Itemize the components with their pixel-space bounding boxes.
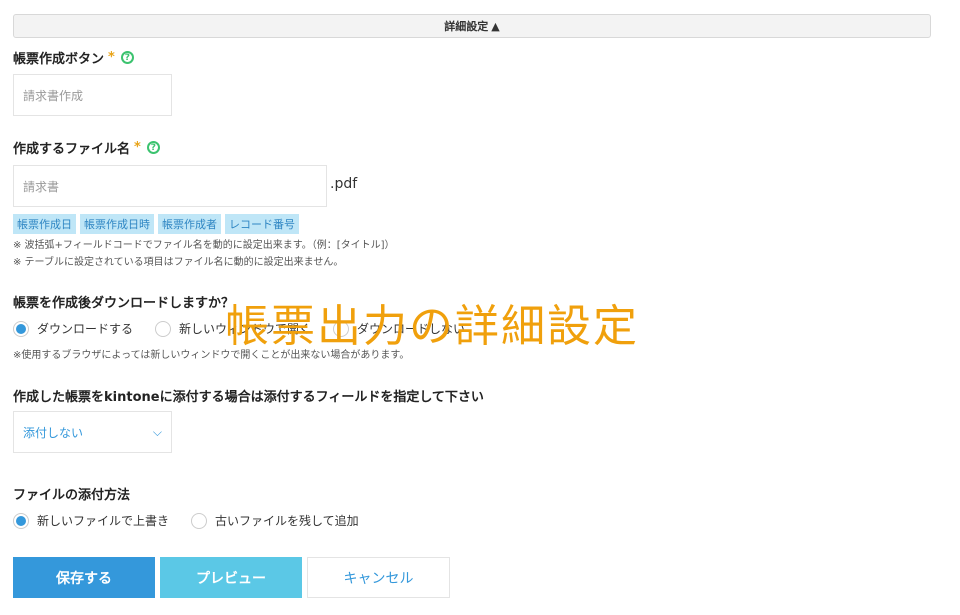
save-button[interactable]: 保存する xyxy=(13,557,155,598)
file-name-note-2: ※ テーブルに設定されている項目はファイル名に動的に設定出来ません。 xyxy=(13,257,344,268)
file-extension: .pdf xyxy=(330,176,358,192)
radio-selected-icon xyxy=(13,320,29,337)
help-icon[interactable]: ? xyxy=(146,141,160,154)
download-options: ダウンロードする 新しいウィンドウで開く ダウンロードしない xyxy=(13,320,487,337)
preview-button[interactable]: プレビュー xyxy=(160,557,302,598)
file-name-label-text: 作成するファイル名 xyxy=(13,142,131,157)
attach-method-options: 新しいファイルで上書き 古いファイルを残して追加 xyxy=(13,512,381,529)
form-button-label-text: 帳票作成ボタン xyxy=(13,52,105,67)
file-name-label: 作成するファイル名 * ? xyxy=(13,138,160,157)
radio-unselected-icon xyxy=(155,320,172,337)
file-name-placeholder: 請求書 xyxy=(23,179,60,194)
tag-created-datetime[interactable]: 帳票作成日時 xyxy=(80,214,154,234)
radio-download[interactable]: ダウンロードする xyxy=(13,320,133,337)
form-button-placeholder: 請求書作成 xyxy=(23,88,84,103)
radio-overwrite-label: 新しいファイルで上書き xyxy=(37,514,170,528)
radio-no-download[interactable]: ダウンロードしない xyxy=(333,320,465,337)
radio-download-label: ダウンロードする xyxy=(37,322,134,336)
file-name-input[interactable]: 請求書 xyxy=(13,165,327,207)
chevron-down-icon: ⌵ xyxy=(152,424,162,439)
radio-unselected-icon xyxy=(191,512,208,529)
attach-field-label: 作成した帳票をkintoneに添付する場合は添付するフィールドを指定して下さい xyxy=(13,390,484,405)
triangle-up-icon: ▲ xyxy=(491,19,500,33)
required-mark: * xyxy=(108,50,115,65)
attach-field-value: 添付しない xyxy=(23,425,84,440)
tag-created-date[interactable]: 帳票作成日 xyxy=(13,214,76,234)
attach-method-label: ファイルの添付方法 xyxy=(13,488,131,503)
help-icon[interactable]: ? xyxy=(120,51,134,64)
tag-record-number[interactable]: レコード番号 xyxy=(225,214,299,234)
cancel-button[interactable]: キャンセル xyxy=(307,557,450,598)
download-label: 帳票を作成後ダウンロードしますか？ xyxy=(13,296,235,311)
radio-unselected-icon xyxy=(333,320,350,337)
download-note: ※使用するブラウザによっては新しいウィンドウで開くことが出来ない場合があります。 xyxy=(13,350,410,361)
file-name-tags: 帳票作成日 帳票作成日時 帳票作成者 レコード番号 xyxy=(13,214,299,234)
advanced-settings-toggle[interactable]: 詳細設定 ▲ xyxy=(13,14,931,38)
radio-open-new-window[interactable]: 新しいウィンドウで開く xyxy=(155,320,311,337)
form-button-input[interactable]: 請求書作成 xyxy=(13,74,172,116)
tag-creator[interactable]: 帳票作成者 xyxy=(158,214,221,234)
radio-keep-old[interactable]: 古いファイルを残して追加 xyxy=(191,512,359,529)
attach-field-select[interactable]: 添付しない ⌵ xyxy=(13,411,172,453)
radio-no-download-label: ダウンロードしない xyxy=(357,322,466,336)
radio-open-new-window-label: 新しいウィンドウで開く xyxy=(179,322,312,336)
form-button-label: 帳票作成ボタン * ? xyxy=(13,48,134,67)
radio-overwrite[interactable]: 新しいファイルで上書き xyxy=(13,512,169,529)
advanced-settings-label: 詳細設定 xyxy=(444,20,489,33)
radio-selected-icon xyxy=(13,512,29,529)
file-name-note-1: ※ 波括弧+フィールドコードでファイル名を動的に設定出来ます。（例：[タイトル]… xyxy=(13,240,395,251)
radio-keep-old-label: 古いファイルを残して追加 xyxy=(215,514,359,528)
required-mark: * xyxy=(134,140,141,155)
